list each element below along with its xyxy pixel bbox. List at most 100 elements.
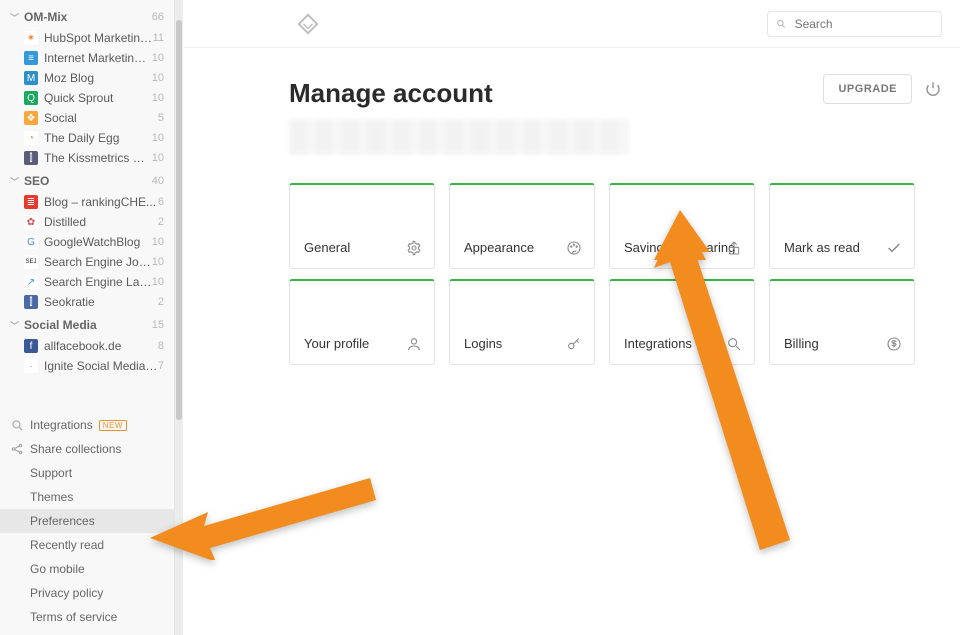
favicon: ⫿ (24, 295, 38, 309)
category-count: 66 (152, 11, 164, 23)
upgrade-button[interactable]: UPGRADE (823, 74, 912, 104)
feed-item[interactable]: ≣ Blog – rankingCHE... 6 (0, 192, 174, 212)
feed-label: The Daily Egg (44, 131, 152, 145)
feed-count: 11 (153, 32, 164, 44)
search-input[interactable] (795, 17, 933, 31)
sidebar-nav-item[interactable]: Terms of service (0, 605, 174, 629)
sidebar-category-header[interactable]: ﹀ Social Media 15 (0, 312, 174, 336)
sidebar-nav-item[interactable]: Go mobile (0, 557, 174, 581)
favicon: · (24, 359, 38, 373)
feed-item[interactable]: ⫿ The Kissmetrics Ma... 10 (0, 148, 174, 168)
favicon: ✶ (24, 31, 38, 45)
sidebar-scrollbar-thumb[interactable] (176, 20, 182, 420)
sidebar-footer: IntegrationsNEWShare collections Support T… (0, 413, 174, 635)
feed-count: 10 (152, 256, 164, 268)
feed-item[interactable]: f allfacebook.de 8 (0, 336, 174, 356)
nav-label: Themes (30, 490, 73, 504)
sidebar-categories: ﹀ OM-Mix 66✶ HubSpot Marketing ... 11≡ I… (0, 4, 174, 376)
key-icon (566, 336, 582, 352)
favicon: G (24, 235, 38, 249)
feed-count: 2 (158, 296, 164, 308)
sidebar-nav-item[interactable]: Preferences (0, 509, 174, 533)
feed-item[interactable]: SEJ Search Engine Jour... 10 (0, 252, 174, 272)
main-area: UPGRADE Manage account General Appearanc… (184, 0, 960, 635)
topbar (184, 0, 960, 48)
new-badge: NEW (99, 420, 127, 431)
feed-item[interactable]: · Ignite Social Media ... 7 (0, 356, 174, 376)
feed-label: GoogleWatchBlog (44, 235, 152, 249)
feed-count: 10 (152, 152, 164, 164)
feed-count: 10 (152, 276, 164, 288)
share-icon (10, 442, 24, 456)
category-name: OM-Mix (24, 10, 67, 24)
check-icon (886, 240, 902, 256)
settings-card[interactable]: Your profile (289, 279, 435, 365)
search-box[interactable] (767, 11, 942, 37)
feed-label: The Kissmetrics Ma... (44, 151, 152, 165)
feed-item[interactable]: Q Quick Sprout 10 (0, 88, 174, 108)
page-actions: UPGRADE (823, 74, 942, 104)
card-label: Mark as read (784, 240, 860, 256)
feed-label: Search Engine Lan... (44, 275, 152, 289)
sidebar: ﹀ OM-Mix 66✶ HubSpot Marketing ... 11≡ I… (0, 0, 175, 635)
favicon: ❖ (24, 111, 38, 125)
settings-card[interactable]: Billing (769, 279, 915, 365)
sidebar-category-header[interactable]: ﹀ SEO 40 (0, 168, 174, 192)
feed-label: Distilled (44, 215, 158, 229)
settings-card[interactable]: Mark as read (769, 183, 915, 269)
sidebar-nav-item[interactable]: Support (0, 461, 174, 485)
feed-count: 8 (158, 340, 164, 352)
feed-label: HubSpot Marketing ... (44, 31, 153, 45)
category-name: SEO (24, 174, 49, 188)
settings-card[interactable]: Appearance (449, 183, 595, 269)
settings-card[interactable]: Saving and sharing (609, 183, 755, 269)
sidebar-nav-item[interactable]: IntegrationsNEW (0, 413, 174, 437)
feed-item[interactable]: ✶ HubSpot Marketing ... 11 (0, 28, 174, 48)
settings-card[interactable]: Logins (449, 279, 595, 365)
feed-item[interactable]: ⫿ Seokratie 2 (0, 292, 174, 312)
feed-label: Blog – rankingCHE... (44, 195, 158, 209)
share-out-icon (726, 240, 742, 256)
feed-item[interactable]: ◔ The Daily Egg 10 (0, 128, 174, 148)
chevron-down-icon: ﹀ (10, 11, 20, 24)
search-icon (776, 18, 787, 30)
sidebar-nav-item[interactable]: Privacy policy (0, 581, 174, 605)
card-label: Saving and sharing (624, 240, 735, 256)
feed-item[interactable]: G GoogleWatchBlog 10 (0, 232, 174, 252)
feed-item[interactable]: ↗ Search Engine Lan... 10 (0, 272, 174, 292)
feed-item[interactable]: ❖ Social 5 (0, 108, 174, 128)
sidebar-category-header[interactable]: ﹀ OM-Mix 66 (0, 4, 174, 28)
power-icon[interactable] (924, 80, 942, 98)
feed-label: Quick Sprout (44, 91, 152, 105)
feed-count: 10 (152, 132, 164, 144)
card-label: Your profile (304, 336, 369, 352)
favicon: ✿ (24, 215, 38, 229)
chevron-down-icon: ﹀ (10, 175, 20, 188)
settings-card[interactable]: General (289, 183, 435, 269)
feed-item[interactable]: M Moz Blog 10 (0, 68, 174, 88)
nav-label: Recently read (30, 538, 104, 552)
settings-card[interactable]: Integrations (609, 279, 755, 365)
favicon: SEJ (24, 255, 38, 269)
app-logo-icon (297, 13, 319, 35)
feed-label: Search Engine Jour... (44, 255, 152, 269)
feed-label: Moz Blog (44, 71, 152, 85)
feed-item[interactable]: ≡ Internet Marketing ... 10 (0, 48, 174, 68)
card-label: Appearance (464, 240, 534, 256)
search-icon (726, 336, 742, 352)
card-label: Integrations (624, 336, 692, 352)
sidebar-nav-item[interactable]: Recently read (0, 533, 174, 557)
feed-label: Internet Marketing ... (44, 51, 152, 65)
gear-icon (406, 240, 422, 256)
chevron-down-icon: ﹀ (10, 319, 20, 332)
sidebar-nav-item[interactable]: Share collections (0, 437, 174, 461)
feed-item[interactable]: ✿ Distilled 2 (0, 212, 174, 232)
feed-count: 10 (152, 236, 164, 248)
sidebar-nav-item[interactable]: Themes (0, 485, 174, 509)
nav-label: Support (30, 466, 72, 480)
nav-label: Privacy policy (30, 586, 103, 600)
favicon: Q (24, 91, 38, 105)
feed-count: 2 (158, 216, 164, 228)
card-label: General (304, 240, 350, 256)
favicon: ≡ (24, 51, 38, 65)
